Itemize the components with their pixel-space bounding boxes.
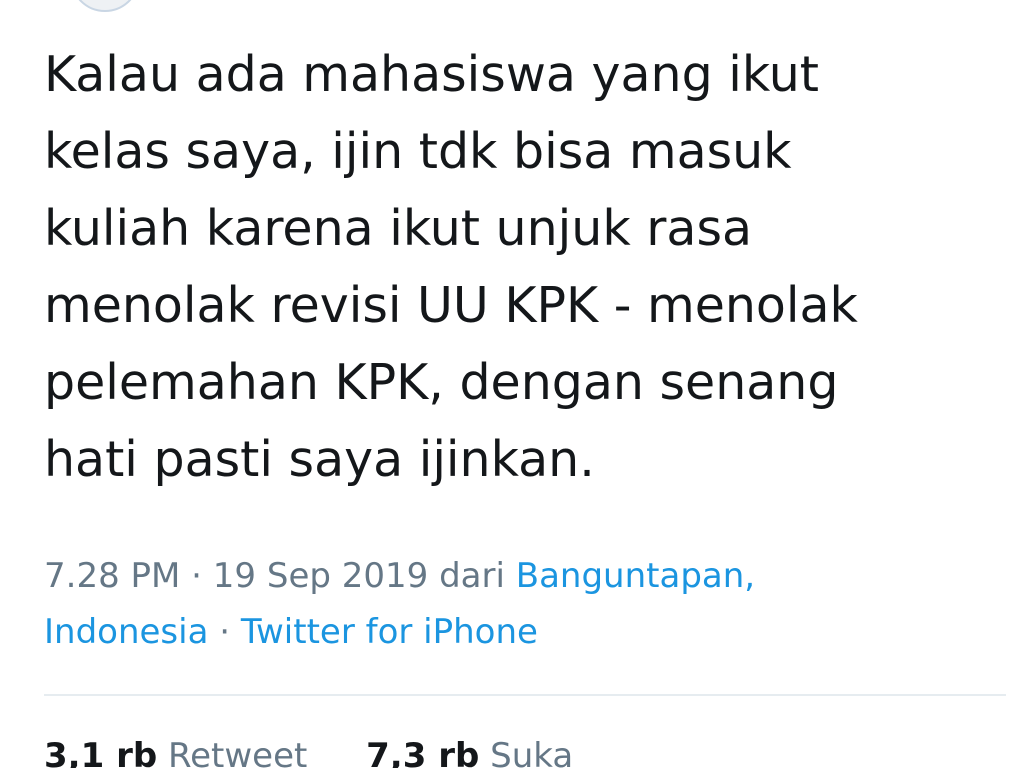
- tweet-stats: 3,1 rb Retweet 7,3 rb Suka: [44, 734, 621, 768]
- avatar[interactable]: [70, 0, 140, 12]
- meta-from-label: dari: [428, 556, 516, 596]
- meta-separator: ·: [180, 556, 213, 596]
- like-stat[interactable]: 7,3 rb Suka: [366, 736, 573, 768]
- tweet-meta-row-1: 7.28 PM · 19 Sep 2019 dari Banguntapan,: [44, 548, 1004, 604]
- source-link[interactable]: Twitter for iPhone: [241, 612, 538, 652]
- retweet-label: Retweet: [168, 736, 308, 768]
- retweet-stat[interactable]: 3,1 rb Retweet: [44, 736, 318, 768]
- tweet-meta: 7.28 PM · 19 Sep 2019 dari Banguntapan, …: [44, 548, 1004, 660]
- tweet-text-line: kuliah karena ikut unjuk rasa: [44, 200, 753, 257]
- tweet-meta-row-2: Indonesia · Twitter for iPhone: [44, 604, 1004, 660]
- tweet-date[interactable]: 19 Sep 2019: [213, 556, 429, 596]
- location-link-continued[interactable]: Indonesia: [44, 612, 208, 652]
- tweet-time[interactable]: 7.28 PM: [44, 556, 180, 596]
- like-label: Suka: [490, 736, 574, 768]
- tweet-text-line: pelemahan KPK, dengan senang: [44, 354, 839, 411]
- location-link[interactable]: Banguntapan,: [516, 556, 755, 596]
- retweet-count: 3,1 rb: [44, 736, 158, 768]
- like-count: 7,3 rb: [366, 736, 480, 768]
- tweet-text: Kalau ada mahasiswa yang ikut kelas saya…: [44, 36, 1004, 498]
- meta-separator: ·: [208, 612, 241, 652]
- tweet-text-line: hati pasti saya ijinkan.: [44, 431, 595, 488]
- tweet-text-line: Kalau ada mahasiswa yang ikut: [44, 46, 820, 103]
- divider: [44, 694, 1006, 696]
- tweet-text-line: menolak revisi UU KPK - menolak: [44, 277, 858, 334]
- tweet-text-line: kelas saya, ijin tdk bisa masuk: [44, 123, 792, 180]
